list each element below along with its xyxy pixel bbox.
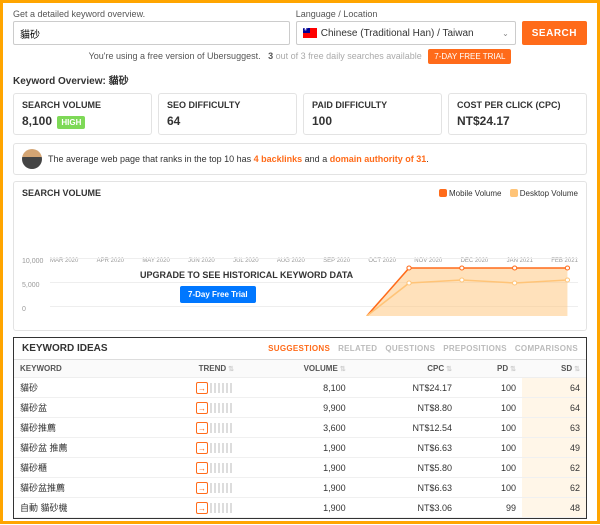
ideas-table: KEYWORD TREND⇅ VOLUME⇅ CPC⇅ PD⇅ SD⇅ 貓砂 →…	[14, 360, 586, 518]
trend-arrow-icon: →	[196, 462, 208, 474]
flag-icon	[303, 28, 317, 38]
table-row[interactable]: 貓砂盆推薦 → 1,900NT$6.6310062	[14, 478, 586, 498]
trend-arrow-icon: →	[196, 482, 208, 494]
search-label: Get a detailed keyword overview.	[13, 9, 290, 19]
table-row[interactable]: 貓砂櫃 → 1,900NT$5.8010062	[14, 458, 586, 478]
col-sd[interactable]: SD⇅	[522, 360, 586, 378]
insight-bar: The average web page that ranks in the t…	[13, 143, 587, 175]
table-row[interactable]: 貓砂 → 8,100NT$24.1710064	[14, 378, 586, 398]
legend-desktop-icon	[510, 189, 518, 197]
legend-mobile-icon	[439, 189, 447, 197]
table-row[interactable]: 貓砂推薦 → 3,600NT$12.5410063	[14, 418, 586, 438]
table-row[interactable]: 貓砂盆 推薦 → 1,900NT$6.6310049	[14, 438, 586, 458]
col-pd[interactable]: PD⇅	[458, 360, 522, 378]
trend-sparkline	[210, 483, 234, 493]
col-trend[interactable]: TREND⇅	[137, 360, 240, 378]
metric-search-volume: SEARCH VOLUME 8,100 HIGH	[13, 93, 152, 135]
tab-comparisons[interactable]: COMPARISONS	[515, 344, 578, 353]
free-banner: You're using a free version of Ubersugge…	[13, 49, 587, 64]
col-keyword[interactable]: KEYWORD	[14, 360, 137, 378]
lang-value: Chinese (Traditional Han) / Taiwan	[321, 28, 474, 39]
trend-arrow-icon: →	[196, 402, 208, 414]
search-button[interactable]: SEARCH	[522, 21, 587, 45]
table-row[interactable]: 貓砂盆 → 9,900NT$8.8010064	[14, 398, 586, 418]
trend-sparkline	[210, 503, 234, 513]
search-volume-chart: SEARCH VOLUME Mobile Volume Desktop Volu…	[13, 181, 587, 331]
free-trial-pill[interactable]: 7-DAY FREE TRIAL	[428, 49, 511, 64]
keyword-ideas-panel: KEYWORD IDEAS SUGGESTIONS RELATED QUESTI…	[13, 337, 587, 519]
chart-title: SEARCH VOLUME	[22, 188, 101, 198]
language-select[interactable]: Chinese (Traditional Han) / Taiwan ⌄	[296, 21, 516, 45]
col-cpc[interactable]: CPC⇅	[352, 360, 458, 378]
tab-related[interactable]: RELATED	[338, 344, 377, 353]
chevron-down-icon: ⌄	[502, 29, 509, 38]
y-axis: 10,0005,0000	[22, 258, 43, 330]
trend-sparkline	[210, 383, 234, 393]
table-row[interactable]: 自動 貓砂機 → 1,900NT$3.069948	[14, 498, 586, 518]
metric-seo-difficulty: SEO DIFFICULTY 64	[158, 93, 297, 135]
metric-paid-difficulty: PAID DIFFICULTY 100	[303, 93, 442, 135]
ideas-title: KEYWORD IDEAS	[22, 343, 108, 354]
chart-legend: Mobile Volume Desktop Volume	[433, 189, 578, 198]
trend-sparkline	[210, 443, 234, 453]
tab-questions[interactable]: QUESTIONS	[385, 344, 435, 353]
metric-cpc: COST PER CLICK (CPC) NT$24.17	[448, 93, 587, 135]
tab-suggestions[interactable]: SUGGESTIONS	[268, 344, 330, 353]
chart-svg	[50, 258, 578, 316]
keyword-input[interactable]	[13, 21, 290, 45]
overview-heading: Keyword Overview: 貓砂	[13, 72, 587, 87]
avatar	[22, 149, 42, 169]
tab-prepositions[interactable]: PREPOSITIONS	[443, 344, 507, 353]
trend-sparkline	[210, 423, 234, 433]
col-volume[interactable]: VOLUME⇅	[240, 360, 352, 378]
trend-arrow-icon: →	[196, 442, 208, 454]
badge-high: HIGH	[57, 116, 85, 129]
trend-arrow-icon: →	[196, 382, 208, 394]
trend-sparkline	[210, 463, 234, 473]
trend-arrow-icon: →	[196, 422, 208, 434]
trend-sparkline	[210, 403, 234, 413]
trend-arrow-icon: →	[196, 502, 208, 514]
lang-label: Language / Location	[296, 9, 516, 19]
